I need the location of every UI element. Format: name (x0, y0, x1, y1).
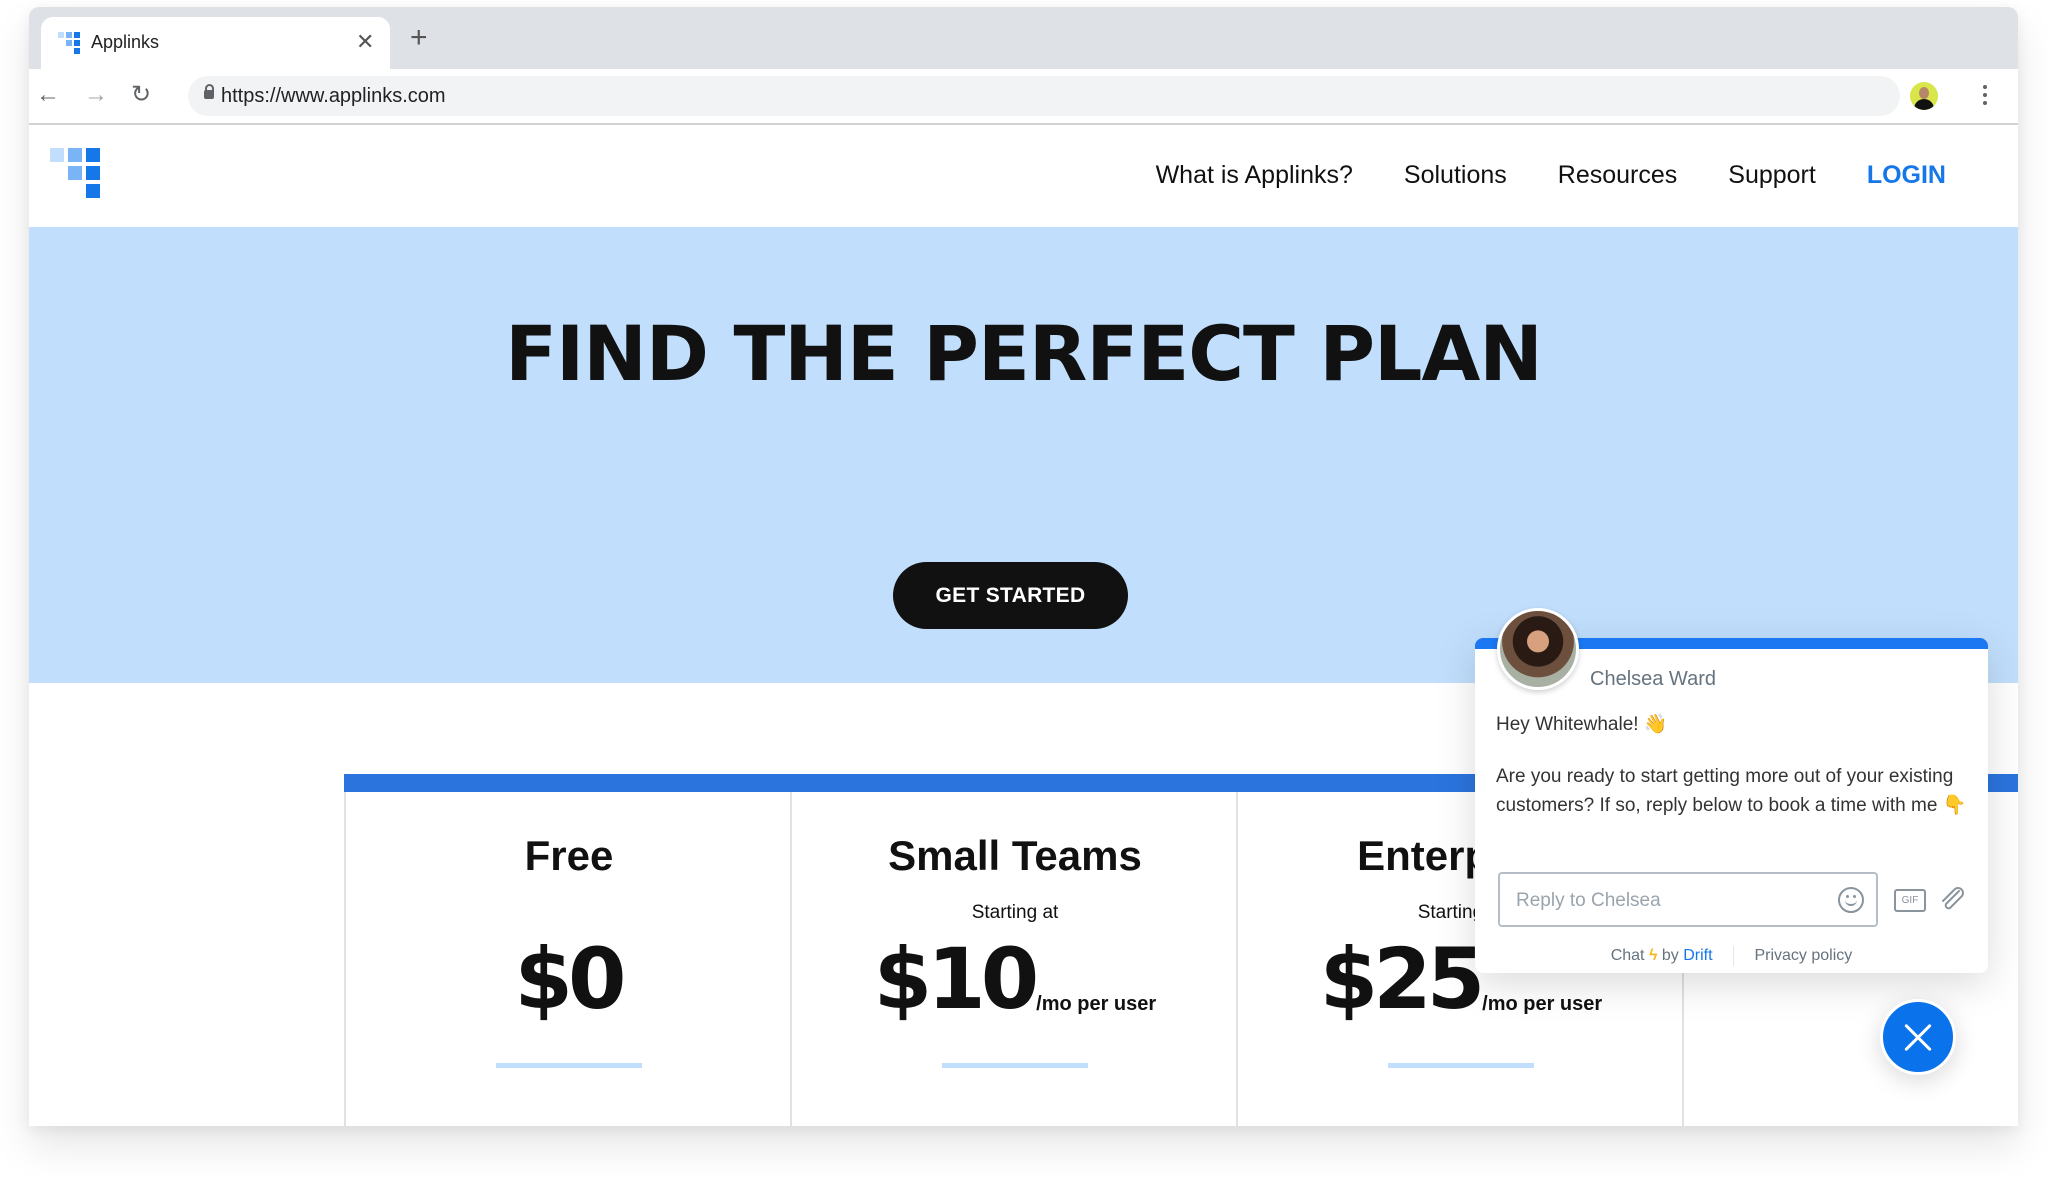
paperclip-icon[interactable] (1937, 884, 1967, 914)
chat-reply-input[interactable] (1514, 886, 1818, 916)
agent-name: Chelsea Ward (1590, 668, 1716, 690)
chat-footer: Chat ϟ by Drift Privacy policy (1475, 946, 1988, 966)
main-nav: What is Applinks? Solutions Resources Su… (1105, 161, 1946, 190)
footer-separator (1733, 946, 1735, 966)
nav-login[interactable]: LOGIN (1867, 161, 1946, 190)
hero-section: FIND THE PERFECT PLAN GET STARTED (29, 227, 2018, 683)
lightning-icon: ϟ (1648, 947, 1658, 965)
tab-title: Applinks (91, 32, 160, 52)
get-started-button[interactable]: GET STARTED (893, 562, 1128, 629)
plan-amount: $25 (1319, 930, 1485, 1028)
plan-name: Small Teams (888, 832, 1142, 879)
drift-link[interactable]: Drift (1683, 947, 1712, 964)
chat-greeting: Hey Whitewhale! 👋 (1496, 714, 1668, 735)
close-chat-button[interactable] (1880, 999, 1956, 1075)
nav-solutions[interactable]: Solutions (1404, 161, 1507, 190)
chat-message: Hey Whitewhale! 👋 Are you ready to start… (1496, 710, 1976, 843)
nav-resources[interactable]: Resources (1558, 161, 1678, 190)
lock-icon (204, 84, 214, 99)
footer-by-label: by (1661, 947, 1679, 965)
new-tab-icon[interactable]: + (410, 23, 428, 53)
chat-body: Are you ready to start getting more out … (1496, 766, 1967, 816)
plan-amount: $10 (873, 930, 1039, 1028)
chat-reply-field[interactable] (1498, 872, 1878, 927)
profile-avatar[interactable] (1910, 82, 1938, 110)
browser-toolbar: ← → ↻ https://www.applinks.com (29, 69, 2018, 125)
nav-support[interactable]: Support (1728, 161, 1816, 190)
plan-name: Free (524, 832, 614, 879)
emoji-icon[interactable] (1838, 887, 1864, 913)
nav-what-is-applinks[interactable]: What is Applinks? (1156, 161, 1353, 190)
plan-price: $0 (346, 934, 792, 1024)
favicon-icon (58, 32, 80, 54)
plan-starting-label: Starting at (971, 902, 1059, 923)
tab-strip: Applinks ✕ + (29, 7, 2018, 69)
chat-widget: Chelsea Ward Hey Whitewhale! 👋 Are you r… (1475, 608, 1988, 973)
browser-window: Applinks ✕ + ← → ↻ https://www.applinks.… (29, 7, 2018, 1126)
hero-title: FIND THE PERFECT PLAN (505, 309, 1543, 398)
url-text[interactable]: https://www.applinks.com (221, 85, 446, 108)
privacy-policy-link[interactable]: Privacy policy (1754, 947, 1852, 964)
plan-divider (942, 1063, 1088, 1068)
agent-avatar (1497, 608, 1579, 690)
browser-tab[interactable]: Applinks ✕ (41, 17, 390, 69)
site-header: What is Applinks? Solutions Resources Su… (29, 125, 2018, 227)
plan-card-free: Free $0 (344, 792, 792, 1126)
gif-icon[interactable]: GIF (1894, 889, 1926, 912)
applinks-logo[interactable] (50, 148, 104, 202)
reload-icon[interactable]: ↻ (131, 81, 151, 109)
plan-amount: $0 (514, 930, 627, 1028)
plan-divider (1388, 1063, 1534, 1068)
address-bar[interactable]: https://www.applinks.com (188, 76, 1900, 116)
plan-unit: /mo per user (1482, 993, 1603, 1015)
forward-icon[interactable]: → (84, 81, 108, 109)
plan-card-small-teams: Small Teams Starting at $10 /mo per user (790, 792, 1238, 1126)
menu-icon[interactable] (1983, 85, 1987, 109)
footer-chat-label: Chat (1610, 947, 1645, 965)
back-icon[interactable]: ← (36, 81, 60, 109)
close-tab-icon[interactable]: ✕ (356, 29, 374, 55)
plan-divider (496, 1063, 642, 1068)
plan-price: $10 /mo per user (792, 934, 1238, 1024)
plan-unit: /mo per user (1036, 993, 1157, 1015)
